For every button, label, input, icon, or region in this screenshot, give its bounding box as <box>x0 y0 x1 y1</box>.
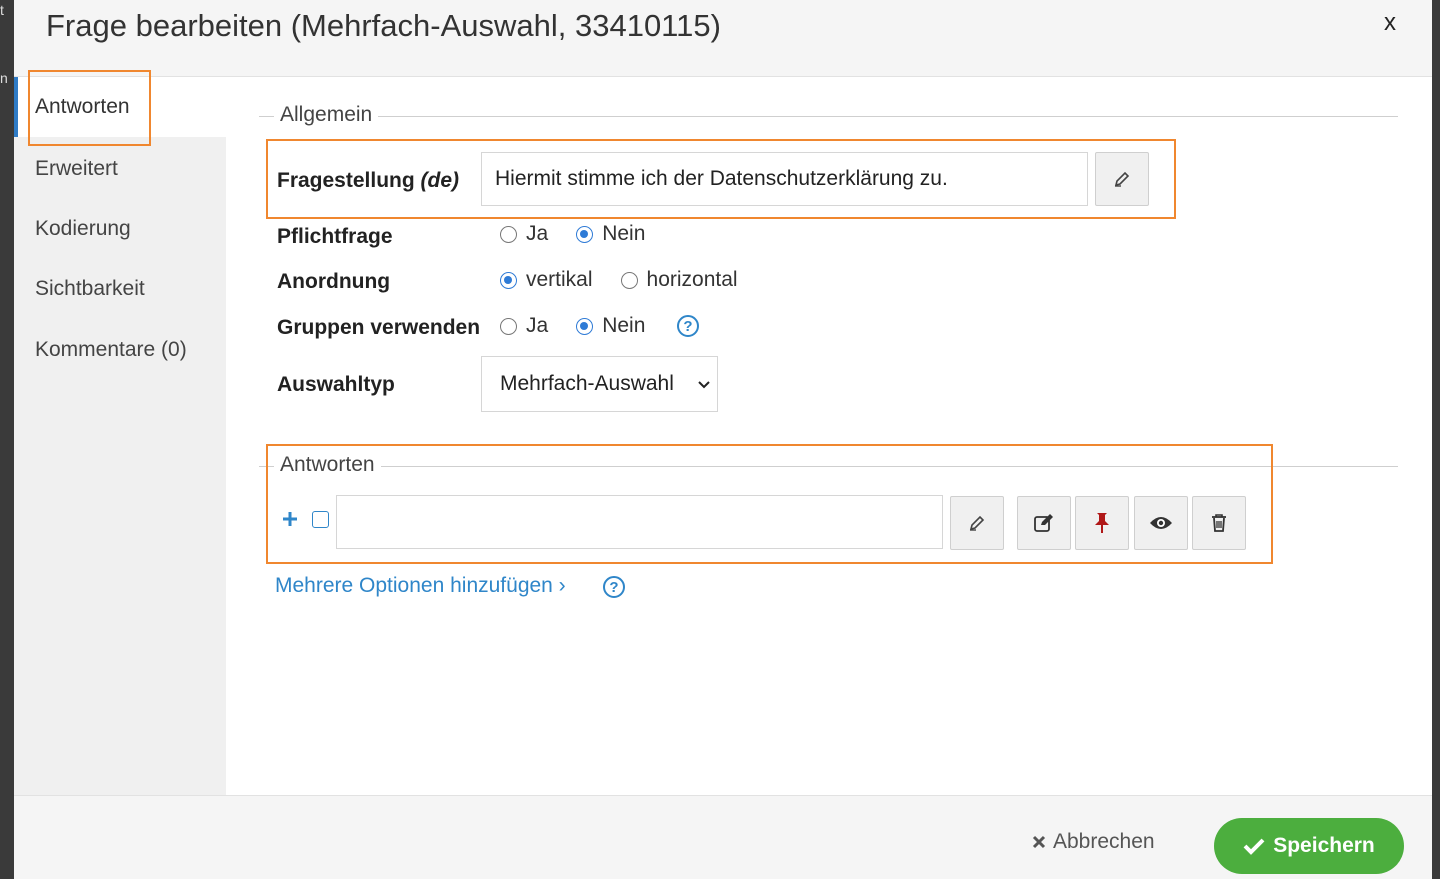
option-label: Nein <box>602 314 646 337</box>
help-icon[interactable]: ? <box>677 315 699 337</box>
save-button[interactable]: Speichern <box>1214 818 1404 874</box>
tab-sichtbarkeit[interactable]: Sichtbarkeit <box>14 259 226 319</box>
tab-kommentare[interactable]: Kommentare (0) <box>14 320 226 380</box>
arrangement-option-horizontal[interactable]: horizontal <box>620 268 738 292</box>
dialog-content: Allgemein Fragestellung (de) Hiermit sti… <box>226 77 1432 795</box>
tab-erweitert[interactable]: Erweitert <box>14 139 226 199</box>
question-text-field[interactable]: Hiermit stimme ich der Datenschutzerklär… <box>481 152 1088 206</box>
backdrop-left: t n <box>0 0 14 879</box>
option-label: Ja <box>526 314 549 337</box>
question-label-text: Fragestellung <box>277 169 415 192</box>
cancel-label: Abbrechen <box>1053 830 1155 853</box>
fieldset-divider <box>259 116 1398 117</box>
answer-checkbox[interactable] <box>312 511 329 528</box>
arrangement-radio-group: vertikal horizontal <box>500 268 766 292</box>
answer-edit-button[interactable] <box>1017 496 1071 550</box>
question-pencil-button[interactable] <box>1095 152 1149 206</box>
answer-text-field[interactable] <box>336 495 943 549</box>
checkmark-icon <box>1243 838 1265 855</box>
pin-icon <box>1095 513 1109 533</box>
tab-kodierung[interactable]: Kodierung <box>14 199 226 259</box>
fieldset-legend-answers: Antworten <box>274 453 381 477</box>
radio-button[interactable] <box>576 317 594 335</box>
selection-type-value: Mehrfach-Auswahl <box>500 372 674 395</box>
radio-button[interactable] <box>500 225 517 243</box>
mandatory-label: Pflichtfrage <box>277 225 393 248</box>
answer-visibility-button[interactable] <box>1134 496 1188 550</box>
arrangement-label: Anordnung <box>277 270 391 293</box>
close-button[interactable]: x <box>1384 9 1396 37</box>
chevron-down-icon <box>698 381 710 389</box>
radio-button[interactable] <box>576 225 594 243</box>
radio-button[interactable] <box>620 271 638 289</box>
dialog-sidebar: Antworten Erweitert Kodierung Sichtbarke… <box>14 77 226 795</box>
eye-icon <box>1150 517 1172 529</box>
groups-radio-group: Ja Nein <box>500 314 673 338</box>
help-icon[interactable]: ? <box>603 576 625 598</box>
option-label: Nein <box>602 222 646 245</box>
answer-pencil-button[interactable] <box>950 496 1004 550</box>
question-language: (de) <box>420 169 460 192</box>
mandatory-radio-group: Ja Nein <box>500 222 673 246</box>
add-multiple-options-link[interactable]: Mehrere Optionen hinzufügen › <box>275 574 566 598</box>
answer-pin-button[interactable] <box>1075 496 1129 550</box>
mandatory-option-yes[interactable]: Ja <box>500 222 548 246</box>
groups-option-no[interactable]: Nein <box>576 314 645 338</box>
groups-option-yes[interactable]: Ja <box>500 314 548 338</box>
question-label: Fragestellung (de) <box>277 169 459 193</box>
option-label: horizontal <box>646 268 738 291</box>
selection-type-label: Auswahltyp <box>277 373 395 396</box>
pencil-icon <box>969 515 985 531</box>
tab-antworten[interactable]: Antworten <box>14 77 226 137</box>
edit-question-dialog: Frage bearbeiten (Mehrfach-Auswahl, 3341… <box>14 0 1432 879</box>
arrangement-option-vertical[interactable]: vertikal <box>500 268 593 292</box>
dialog-footer: Abbrechen Speichern <box>14 795 1432 879</box>
plus-icon[interactable] <box>282 511 298 527</box>
dialog-header: Frage bearbeiten (Mehrfach-Auswahl, 3341… <box>14 0 1432 77</box>
fieldset-legend-general: Allgemein <box>274 103 379 127</box>
save-label: Speichern <box>1273 834 1375 857</box>
groups-label: Gruppen verwenden <box>277 316 481 339</box>
question-text-value: Hiermit stimme ich der Datenschutzerklär… <box>495 167 948 190</box>
pencil-icon <box>1114 171 1130 187</box>
answer-delete-button[interactable] <box>1192 496 1246 550</box>
close-icon <box>1032 835 1046 849</box>
option-label: Ja <box>526 222 549 245</box>
backdrop-right <box>1432 0 1440 879</box>
option-label: vertikal <box>526 268 593 291</box>
fieldset-divider <box>259 466 1398 467</box>
mandatory-option-no[interactable]: Nein <box>576 222 645 246</box>
dialog-title: Frage bearbeiten (Mehrfach-Auswahl, 3341… <box>46 8 721 43</box>
selection-type-select[interactable]: Mehrfach-Auswahl <box>481 356 718 412</box>
cancel-button[interactable]: Abbrechen <box>1032 830 1155 854</box>
radio-button[interactable] <box>500 271 517 289</box>
backdrop-text-fragment: t <box>0 2 4 18</box>
radio-button[interactable] <box>500 317 517 335</box>
edit-icon <box>1034 514 1053 532</box>
backdrop-text-fragment: n <box>0 70 8 86</box>
trash-icon <box>1212 514 1226 532</box>
